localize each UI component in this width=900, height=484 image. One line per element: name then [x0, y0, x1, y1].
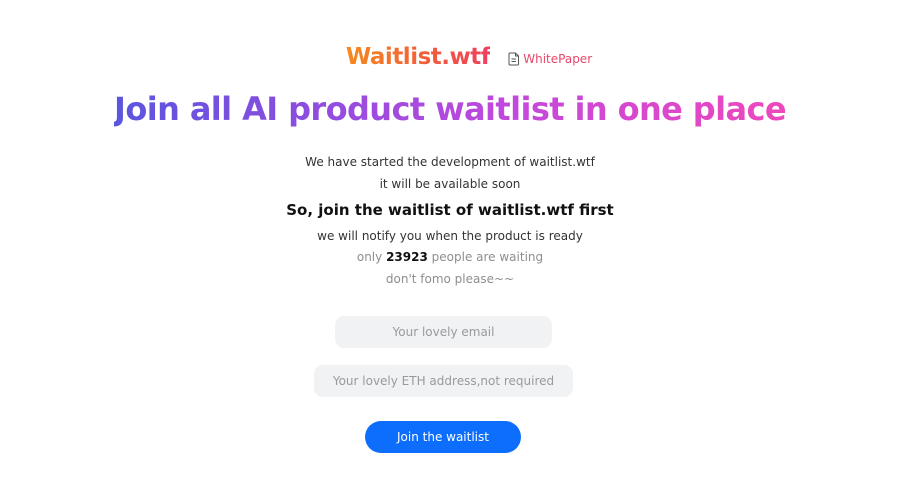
waitlist-page: Waitlist.wtf WhitePaper Join all AI prod…	[0, 0, 900, 484]
cta-heading: So, join the waitlist of waitlist.wtf fi…	[286, 201, 614, 219]
page-title-text: Join all AI product waitlist in one plac…	[114, 90, 787, 128]
whitepaper-link[interactable]: WhitePaper	[508, 52, 592, 66]
waiting-prefix: only	[356, 250, 383, 264]
intro-line-4: don't fomo please~~	[385, 272, 515, 286]
waiting-suffix: people are waiting	[431, 250, 544, 264]
page-title: Join all AI product waitlist in one plac…	[0, 90, 900, 128]
join-waitlist-button[interactable]: Join the waitlist	[365, 421, 521, 453]
logo: Waitlist.wtf	[345, 44, 491, 70]
waiting-count: 23923	[386, 250, 428, 264]
waiting-count-line: only 23923 people are waiting	[0, 250, 900, 264]
eth-address-input[interactable]	[314, 365, 573, 397]
intro-line-3: we will notify you when the product is r…	[317, 229, 583, 243]
document-icon	[508, 52, 520, 66]
intro-line-2: it will be available soon	[379, 177, 521, 191]
email-input[interactable]	[335, 316, 552, 348]
whitepaper-label: WhitePaper	[523, 52, 593, 66]
header: Waitlist.wtf WhitePaper	[0, 44, 900, 70]
intro-line-1: We have started the development of waitl…	[305, 155, 595, 169]
